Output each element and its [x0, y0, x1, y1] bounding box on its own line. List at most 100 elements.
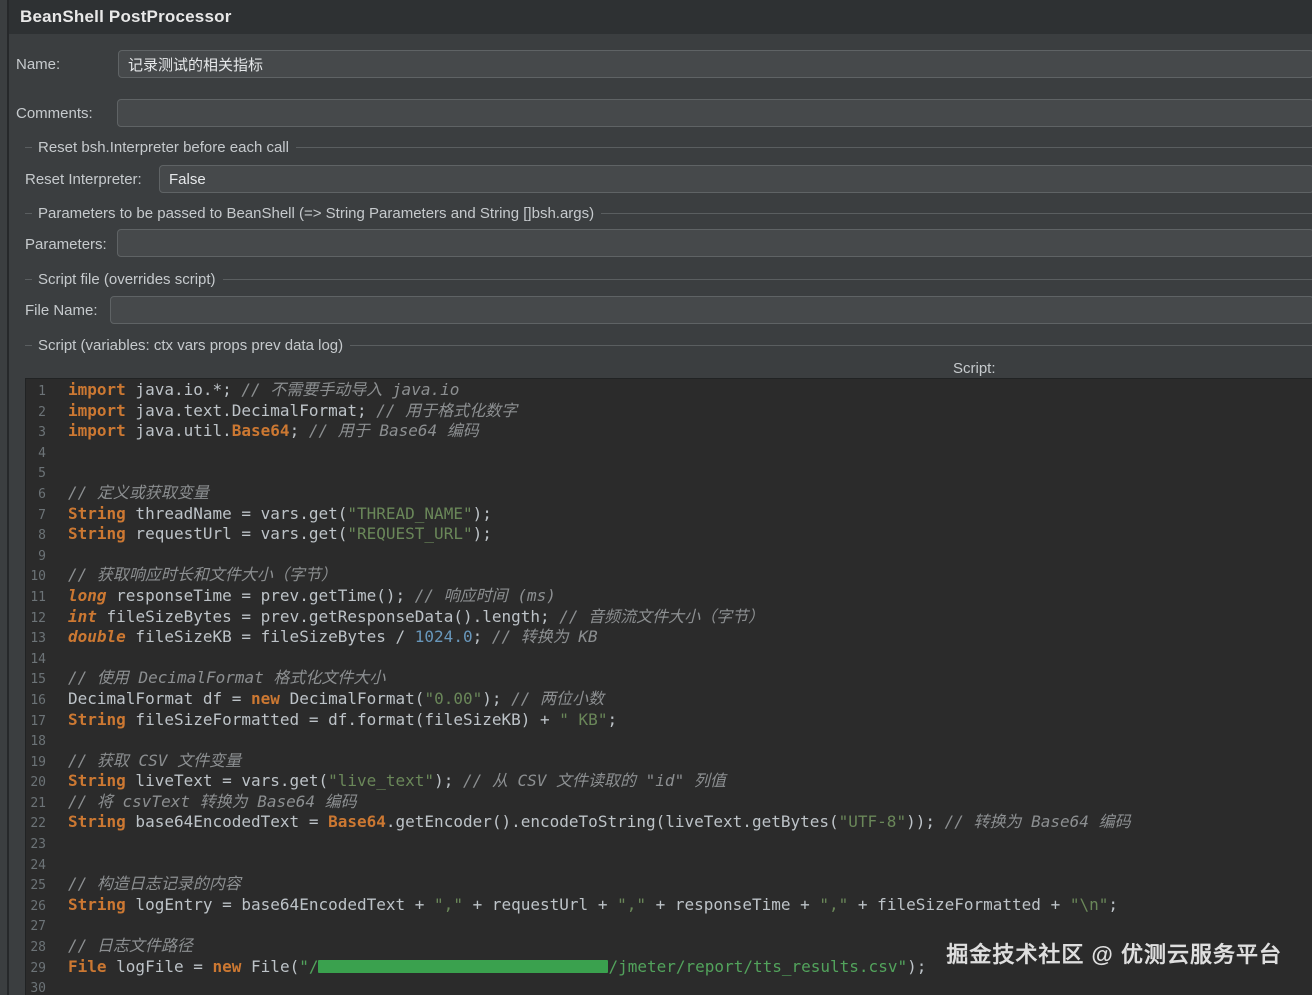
code-token: + fileSizeFormatted + [848, 894, 1070, 914]
name-label: Name: [16, 56, 61, 73]
code-token: long [68, 585, 107, 605]
comments-label: Comments: [16, 105, 93, 122]
reset-group-title: Reset bsh.Interpreter before each call [38, 138, 289, 156]
code-token: logEntry = base64EncodedText + [125, 894, 435, 914]
parameters-input[interactable] [117, 229, 1312, 257]
redaction-bar [318, 959, 609, 973]
line-number: 8 [38, 528, 46, 544]
name-input[interactable] [118, 50, 1312, 78]
line-number: 7 [38, 507, 46, 523]
reset-group-header: Reset bsh.Interpreter before each call [25, 138, 1312, 156]
parameters-group-title: Parameters to be passed to BeanShell (=>… [38, 204, 595, 222]
script-label: Script: [953, 360, 996, 377]
code-line[interactable]: 30 [26, 977, 1312, 995]
code-line[interactable]: 4 [26, 442, 1312, 463]
code-line[interactable]: 27 [26, 915, 1312, 936]
code-line[interactable]: 3 import java.util.Base64; // 用于 Base64 编… [26, 421, 1312, 442]
code-token: String [68, 709, 126, 729]
code-token: // 转换为 KB [491, 627, 598, 647]
line-number: 17 [30, 713, 46, 729]
code-token: " KB" [559, 709, 608, 729]
code-line[interactable]: 12 int fileSizeBytes = prev.getResponseDa… [26, 607, 1312, 628]
code-token: // 构造日志记录的内容 [68, 874, 241, 894]
code-line[interactable]: 11 long responseTime = prev.getTime(); //… [26, 586, 1312, 607]
group-rule-right [295, 146, 1312, 148]
group-rule-right [601, 212, 1312, 214]
code-token: base64EncodedText = [125, 812, 329, 832]
code-token: "REQUEST_URL" [347, 524, 473, 544]
code-token: import [68, 400, 126, 420]
line-number: 20 [30, 775, 46, 791]
code-line[interactable]: 18 [26, 730, 1312, 751]
line-number: 14 [30, 651, 46, 667]
code-line[interactable]: 21 // 将 csvText 转换为 Base64 编码 [26, 792, 1312, 813]
line-number: 29 [30, 960, 46, 976]
code-token: String [68, 771, 126, 791]
code-line[interactable]: 19 // 获取 CSV 文件变量 [26, 751, 1312, 772]
code-token: DecimalFormat( [279, 688, 425, 708]
line-number: 9 [38, 548, 46, 564]
code-token: + responseTime + [645, 894, 820, 914]
code-line[interactable]: 7 String threadName = vars.get("THREAD_NA… [26, 504, 1312, 525]
code-token: // 音频流文件大小（字节） [559, 606, 765, 626]
code-line[interactable]: 1 import java.io.*; // 不需要手动导入 java.io [26, 380, 1312, 401]
code-line[interactable]: 15 // 使用 DecimalFormat 格式化文件大小 [26, 668, 1312, 689]
code-line[interactable]: 25 // 构造日志记录的内容 [26, 874, 1312, 895]
code-token: ); [472, 503, 492, 523]
code-token: // 将 csvText 转换为 Base64 编码 [68, 791, 357, 811]
code-line[interactable]: 23 [26, 833, 1312, 854]
group-rule-left [25, 278, 32, 280]
code-line[interactable]: 26 String logEntry = base64EncodedText + … [26, 895, 1312, 916]
code-token: String [68, 524, 126, 544]
reset-interpreter-label: Reset Interpreter: [25, 171, 142, 188]
line-number: 27 [30, 919, 46, 935]
code-token: new [212, 956, 242, 976]
parameters-label: Parameters: [25, 236, 107, 253]
code-line[interactable]: 6 // 定义或获取变量 [26, 483, 1312, 504]
code-line[interactable]: 9 [26, 545, 1312, 566]
file-name-input[interactable] [110, 296, 1312, 324]
code-line[interactable]: 16 DecimalFormat df = new DecimalFormat("… [26, 689, 1312, 710]
code-token: "," [819, 894, 849, 914]
reset-interpreter-select[interactable] [159, 165, 1312, 193]
line-number: 16 [30, 692, 46, 708]
script-file-group-title: Script file (overrides script) [38, 270, 216, 288]
line-number: 30 [30, 981, 46, 995]
code-token: DecimalFormat df = [68, 688, 252, 708]
code-line[interactable]: 20 String liveText = vars.get("live_text"… [26, 771, 1312, 792]
line-number: 2 [38, 404, 46, 420]
code-token: ); [907, 956, 927, 976]
code-token: java.util. [125, 421, 232, 441]
code-token: // 使用 DecimalFormat 格式化文件大小 [68, 668, 386, 688]
code-line[interactable]: 5 [26, 462, 1312, 483]
code-token: requestUrl = vars.get( [125, 524, 348, 544]
parameters-group-header: Parameters to be passed to BeanShell (=>… [25, 204, 1312, 222]
code-token: "," [617, 894, 646, 914]
code-token: liveText = vars.get( [125, 771, 329, 791]
code-token: String [68, 894, 126, 914]
line-number: 15 [30, 672, 46, 688]
code-line[interactable]: 2 import java.text.DecimalFormat; // 用于格式… [26, 401, 1312, 422]
group-rule-left [25, 212, 32, 214]
code-token: // 定义或获取变量 [68, 482, 209, 502]
line-number: 10 [30, 569, 46, 585]
code-line[interactable]: 10 // 获取响应时长和文件大小（字节） [26, 565, 1312, 586]
code-line[interactable]: 22 String base64EncodedText = Base64.getE… [26, 812, 1312, 833]
code-token: Base64 [231, 421, 290, 441]
code-line[interactable]: 17 String fileSizeFormatted = df.format(f… [26, 710, 1312, 731]
line-number: 3 [38, 425, 46, 441]
line-number: 19 [30, 754, 46, 770]
comments-input[interactable] [117, 99, 1312, 127]
line-number: 18 [30, 734, 46, 750]
script-editor[interactable]: 1 import java.io.*; // 不需要手动导入 java.io 2 im… [25, 378, 1312, 995]
code-token: new [251, 688, 280, 708]
panel-title: BeanShell PostProcessor [20, 7, 232, 26]
code-token: ); [482, 688, 512, 708]
code-line[interactable]: 24 [26, 854, 1312, 875]
code-line[interactable]: 8 String requestUrl = vars.get("REQUEST_U… [26, 524, 1312, 545]
code-token: ); [434, 771, 463, 791]
code-line[interactable]: 13 double fileSizeKB = fileSizeBytes / 10… [26, 627, 1312, 648]
code-area: 1 import java.io.*; // 不需要手动导入 java.io 2 im… [26, 380, 1312, 995]
code-line[interactable]: 14 [26, 648, 1312, 669]
code-token: // 不需要手动导入 java.io [241, 380, 460, 399]
